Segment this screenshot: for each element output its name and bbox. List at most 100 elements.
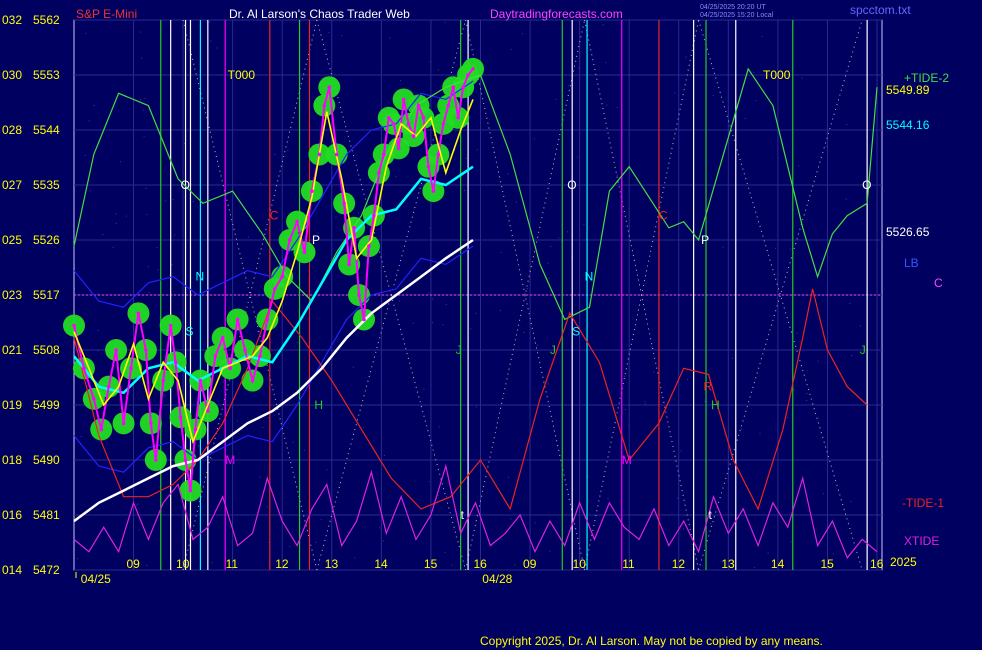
star-dot [428,292,430,294]
star-dot [346,531,348,533]
star-dot [624,375,626,377]
star-dot [547,262,549,264]
price-point [161,378,166,383]
author-title: Dr. Al Larson's Chaos Trader Web [229,7,410,21]
star-dot [822,493,824,495]
star-dot [683,528,685,530]
x-tick-label: 16 [870,557,884,571]
star-dot [774,247,776,249]
star-dot [140,99,142,101]
star-dot [547,383,549,385]
star-dot [801,77,803,79]
price-point [250,378,255,383]
cycle-marker: O [862,178,871,192]
y-tick-price-label: 5490 [33,453,60,467]
cycle-marker: O [181,178,190,192]
price-point [372,213,376,218]
star-dot [97,293,99,295]
star-dot [659,195,661,197]
star-dot [145,187,147,189]
star-dot [710,523,712,525]
x-tick-label: 13 [325,557,339,571]
star-dot [451,564,453,566]
star-dot [140,57,142,59]
star-dot [137,503,139,505]
star-dot [115,213,117,215]
star-dot [473,48,475,50]
star-dot [767,552,769,554]
star-dot [119,161,121,163]
star-dot [624,408,626,410]
star-dot [266,506,268,508]
star-dot [507,476,509,478]
bubble-layer [63,57,485,502]
y-tick-pre-label: 025 [2,233,22,247]
star-dot [583,223,585,225]
copyright: Copyright 2025, Dr. Al Larson. May not b… [480,634,823,648]
price-point [382,152,386,157]
price-point [144,348,148,352]
y-tick-pre-label: 021 [2,343,22,357]
price-point [106,384,111,389]
star-dot [446,496,448,498]
star-dot [144,97,146,99]
price-point [471,67,475,71]
y-tick-pre-label: 018 [2,453,22,467]
star-dot [297,341,299,343]
star-dot [287,150,289,152]
star-dot [687,379,689,381]
star-dot [171,264,173,266]
x-tick-label: 11 [226,557,239,571]
star-dot [500,251,502,253]
star-dot [523,331,525,333]
price-point [342,201,346,206]
price-point [461,85,465,90]
star-dot [341,35,343,37]
star-dot [607,498,609,500]
price-point [178,415,183,420]
price-point [280,274,284,279]
price-point [129,366,133,371]
price-point [72,323,76,328]
star-dot [362,426,364,428]
star-dot [140,31,142,33]
price-point [456,115,460,120]
price-point [466,73,470,77]
x-tick-label: 15 [820,557,834,571]
star-dot [216,47,218,49]
star-dot [500,538,502,540]
cycle-marker: C [659,209,668,223]
cycle-marker: H [711,398,720,412]
price-point [446,103,451,108]
cycle-marker: C [270,209,279,223]
stamp-local: 04/25/2025 15:20 Local [700,12,774,19]
star-dot [268,541,270,543]
star-dot [606,104,608,106]
star-dot [616,106,618,108]
price-point [272,287,277,291]
star-dot [712,95,714,97]
star-dot [516,201,518,203]
star-dot [806,392,808,394]
star-dot [845,198,847,200]
y-tick-pre-label: 028 [2,123,22,137]
y-tick-price-label: 5517 [33,288,60,302]
star-dot [476,149,478,151]
cycle-marker: J [550,343,556,357]
y-tick-pre-label: 014 [2,563,22,577]
tide-minus1-label: -TIDE-1 [902,496,944,510]
star-dot [262,426,264,428]
star-dot [536,344,538,346]
cycle-marker: N [195,270,204,284]
x-tick-label: 15 [424,557,438,571]
x-tick-label: 14 [374,557,388,571]
star-dot [303,449,305,451]
price-point [220,335,225,340]
star-dot [578,67,580,69]
star-dot [534,138,536,140]
star-dot [395,176,397,178]
star-dot [755,100,757,102]
site-link[interactable]: Daytradingforecasts.com [490,7,623,21]
star-dot [753,71,755,73]
price-point [401,97,406,102]
